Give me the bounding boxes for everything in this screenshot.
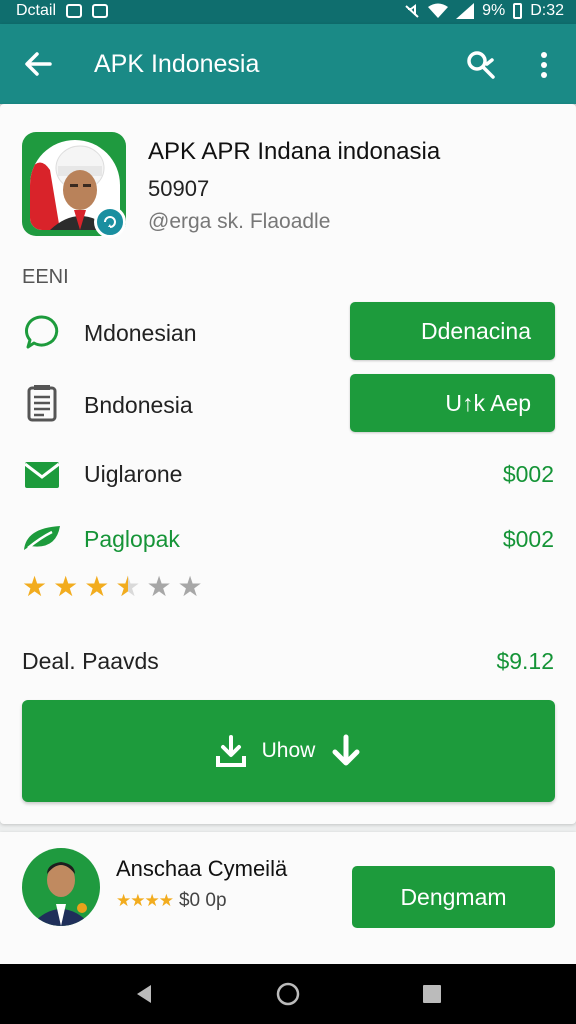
row-price-4: $002 [502, 526, 554, 552]
star-half-icon: ★★ [115, 571, 141, 602]
leaf-icon [22, 518, 62, 558]
mute-icon [405, 4, 419, 18]
media-notification-icon [92, 4, 109, 18]
download-button-label: Uhow [261, 739, 316, 762]
recommendation-price: $0 0p [178, 890, 227, 911]
app-bar: APK Indonesia [0, 24, 576, 104]
notification-icon [66, 4, 83, 18]
search-icon[interactable] [462, 46, 500, 84]
arrow-left-icon[interactable] [20, 46, 56, 82]
recommendation-name: Anschaa Cymeilä [116, 856, 288, 881]
row-label-1: Mdonesian [84, 320, 197, 346]
rating-stars: ★ ★ ★ ★★ ★ ★ [22, 572, 203, 602]
star-icon: ★ [22, 571, 48, 602]
nav-back-icon[interactable] [128, 978, 160, 1010]
clock: D:32 [530, 2, 564, 19]
signal-icon [456, 3, 475, 19]
download-icon [215, 735, 246, 767]
row-label-4: Paglopak [84, 526, 180, 552]
star-icon: ★ [53, 571, 79, 602]
status-bar: Dctail 9% D:32 [0, 0, 576, 24]
recommendation-card[interactable]: Anschaa Cymeilä ★★★★ $0 0p Dengmam [0, 832, 576, 964]
recommendation-button[interactable]: Dengmam [352, 866, 555, 928]
deal-label: Deal. Paavds [22, 648, 159, 674]
battery-percent: 9% [482, 2, 506, 19]
row-label-2: Bndonesia [84, 392, 193, 418]
more-vert-icon[interactable] [528, 46, 560, 84]
document-icon [22, 384, 62, 424]
app-name: APK APR Indana indonasia [148, 138, 441, 165]
app-details-card: APK APR Indana indonasia 50907 @erga sk.… [0, 104, 576, 824]
chat-bubble-icon [22, 312, 62, 352]
star-icon: ★ [84, 571, 110, 602]
app-version: 50907 [148, 176, 210, 201]
battery-icon [513, 3, 523, 19]
row-action-button-2[interactable]: U↑k Aep [350, 374, 555, 432]
verified-badge-icon [94, 206, 126, 238]
row-label-3: Uiglarone [84, 461, 183, 487]
small-star-icons: ★★★★ [116, 891, 174, 910]
wifi-icon [428, 3, 449, 18]
mail-icon [22, 454, 62, 494]
page-title: APK Indonesia [94, 50, 260, 78]
system-nav-bar [0, 964, 576, 1024]
avatar [22, 848, 100, 926]
row-price-3: $002 [502, 461, 554, 487]
star-empty-icon: ★ [146, 571, 172, 602]
deal-price: $9.12 [496, 648, 554, 674]
app-developer: @erga sk. Flaoadle [148, 210, 331, 233]
section-label: EENI [22, 266, 69, 288]
download-button[interactable]: Uhow [22, 700, 555, 802]
arrow-down-icon [332, 734, 360, 766]
nav-recents-icon[interactable] [416, 978, 448, 1010]
status-app-label: Dctail [16, 2, 57, 19]
nav-home-icon[interactable] [272, 978, 304, 1010]
star-empty-icon: ★ [177, 571, 203, 602]
row-action-button-1[interactable]: Ddenacina [350, 302, 555, 360]
recommendation-meta: ★★★★ $0 0p [116, 890, 227, 912]
